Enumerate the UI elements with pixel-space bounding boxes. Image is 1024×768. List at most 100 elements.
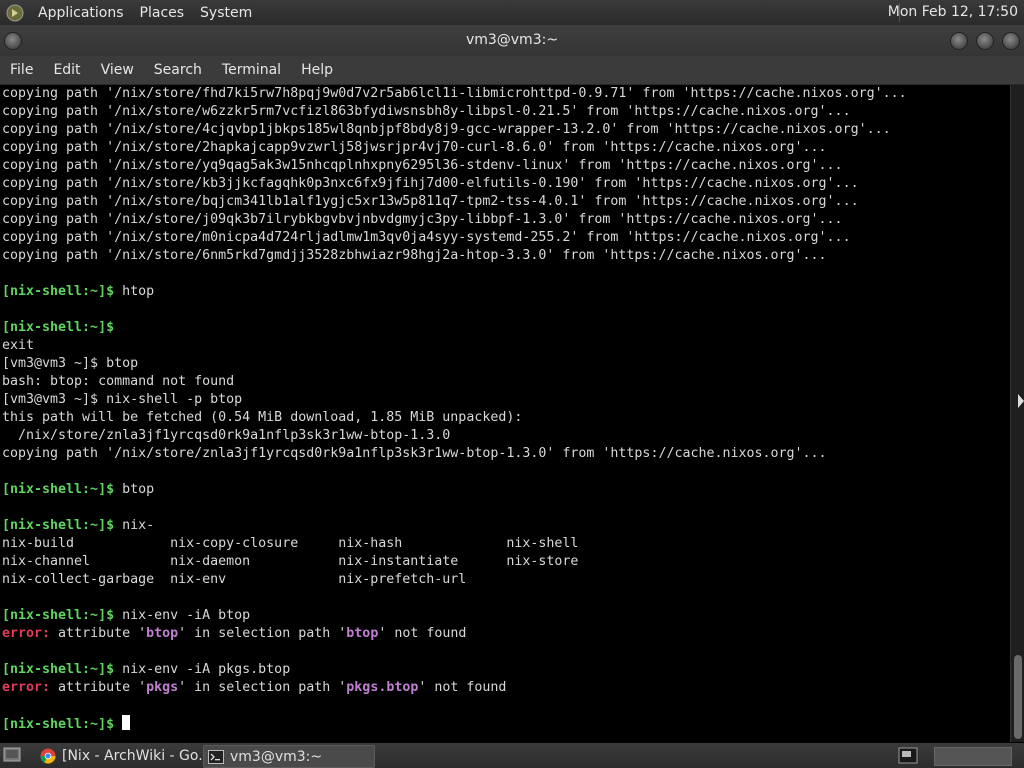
task-chrome-archwiki[interactable]: [Nix - ArchWiki - Go... — [36, 745, 204, 766]
menu-view[interactable]: View — [91, 62, 144, 78]
terminal-text: nix-env -iA btop — [114, 608, 251, 623]
workspace-area[interactable] — [934, 747, 1012, 766]
terminal-line: [vm3@vm3 ~]$ nix-shell -p btop — [0, 391, 1010, 409]
system-menu[interactable]: System — [192, 5, 260, 21]
workspace-switcher-icon[interactable] — [898, 747, 918, 764]
terminal-line: copying path '/nix/store/4cjqvbp1jbkps18… — [0, 121, 1010, 139]
clock[interactable]: Mon Feb 12, 17:50 — [888, 4, 1018, 20]
terminal-text: /nix/store/znla3jf1yrcqsd0rk9a1nflp3sk3r… — [2, 428, 451, 443]
minimize-button[interactable] — [950, 32, 968, 50]
shell-prompt: [nix-shell:~]$ — [2, 482, 115, 497]
menu-help[interactable]: Help — [291, 62, 343, 78]
terminal-scrollbar[interactable] — [1010, 85, 1024, 742]
terminal-text: ' — [138, 680, 147, 695]
error-label: error: — [2, 680, 51, 695]
terminal-text: copying path '/nix/store/6nm5rkd7gmdjj35… — [2, 248, 827, 263]
mate-logo-icon[interactable] — [6, 4, 24, 22]
menu-file[interactable]: File — [0, 62, 43, 78]
taskbar: [Nix - ArchWiki - Go... vm3@vm3:~ — [0, 743, 1024, 768]
terminal-line: this path will be fetched (0.54 MiB down… — [0, 409, 1010, 427]
terminal-line: copying path '/nix/store/6nm5rkd7gmdjj35… — [0, 247, 1010, 265]
terminal-text: in selection path — [186, 626, 339, 641]
terminal-line: copying path '/nix/store/2hapkajcapp9vzw… — [0, 139, 1010, 157]
shell-prompt: [nix-shell:~]$ — [2, 717, 115, 732]
terminal-text: exit — [2, 338, 35, 353]
terminal-line: copying path '/nix/store/kb3jjkcfagqhk0p… — [0, 175, 1010, 193]
menu-edit[interactable]: Edit — [43, 62, 90, 78]
terminal-text: copying path '/nix/store/fhd7ki5rw7h8pqj… — [2, 86, 907, 101]
terminal-icon — [208, 749, 224, 764]
terminal-line: [vm3@vm3 ~]$ btop — [0, 355, 1010, 373]
menu-bar: File Edit View Search Terminal Help — [0, 56, 1024, 85]
close-button[interactable] — [1002, 32, 1020, 50]
terminal-line: copying path '/nix/store/j09qk3b7ilrybkb… — [0, 211, 1010, 229]
terminal-text: nix-build nix-copy-closure nix-hash nix-… — [2, 536, 579, 551]
terminal-text: copying path '/nix/store/yq9qag5ak3w15nh… — [2, 158, 843, 173]
shell-prompt: [nix-shell:~]$ — [2, 284, 115, 299]
terminal-text: btop — [114, 482, 155, 497]
terminal-line: exit — [0, 337, 1010, 355]
terminal-line: copying path '/nix/store/fhd7ki5rw7h8pqj… — [0, 85, 1010, 103]
terminal-text: ' — [178, 626, 187, 641]
terminal-text: [vm3@vm3 ~]$ btop — [2, 356, 139, 371]
terminal-line: copying path '/nix/store/bqjcm341lb1alf1… — [0, 193, 1010, 211]
terminal-text: copying path '/nix/store/bqjcm341lb1alf1… — [2, 194, 859, 209]
shell-prompt: [nix-shell:~]$ — [2, 518, 115, 533]
terminal-text: copying path '/nix/store/j09qk3b7ilrybkb… — [2, 212, 843, 227]
terminal-line: /nix/store/znla3jf1yrcqsd0rk9a1nflp3sk3r… — [0, 427, 1010, 445]
show-desktop-icon[interactable] — [3, 747, 21, 763]
terminal-text: nix-env -iA pkgs.btop — [114, 662, 291, 677]
terminal-line: error: attribute ' btop ' in selection pat… — [0, 625, 1010, 643]
error-label: error: — [2, 626, 51, 641]
terminal-text: bash: btop: command not found — [2, 374, 235, 389]
shell-prompt: [nix-shell:~]$ — [2, 320, 115, 335]
menu-search[interactable]: Search — [144, 62, 212, 78]
terminal-text: nix-collect-garbage nix-env nix-prefetch… — [2, 572, 467, 587]
window-title: vm3@vm3:~ — [465, 32, 559, 48]
terminal-line: copying path '/nix/store/yq9qag5ak3w15nh… — [0, 157, 1010, 175]
applications-menu[interactable]: Applications — [30, 5, 132, 21]
terminal-line: copying path '/nix/store/m0nicpa4d724rlj… — [0, 229, 1010, 247]
terminal-text: copying path '/nix/store/m0nicpa4d724rlj… — [2, 230, 851, 245]
mouse-pointer-icon — [1018, 394, 1024, 408]
terminal-text: attribute — [50, 680, 139, 695]
terminal-text: ' — [138, 626, 147, 641]
terminal-text: not found — [386, 626, 467, 641]
window-title-bar[interactable]: vm3@vm3:~ — [0, 25, 1024, 56]
places-menu[interactable]: Places — [132, 5, 193, 21]
terminal-line: nix-build nix-copy-closure nix-hash nix-… — [0, 535, 1010, 553]
terminal-text: copying path '/nix/store/kb3jjkcfagqhk0p… — [2, 176, 859, 191]
task-terminal[interactable]: vm3@vm3:~ — [203, 745, 375, 768]
menu-terminal[interactable]: Terminal — [212, 62, 291, 78]
terminal-line: [nix-shell:~]$ btop — [0, 481, 1010, 499]
text-cursor — [122, 715, 131, 730]
terminal-text: attribute — [50, 626, 139, 641]
terminal-output[interactable]: copying path '/nix/store/fhd7ki5rw7h8pqj… — [0, 85, 1010, 742]
task-label: [Nix - ArchWiki - Go... — [62, 747, 204, 764]
shell-prompt: [nix-shell:~]$ — [2, 662, 115, 677]
maximize-button[interactable] — [976, 32, 994, 50]
terminal-text: nix-channel nix-daemon nix-instantiate n… — [2, 554, 579, 569]
chrome-icon — [40, 748, 56, 764]
scrollbar-thumb[interactable] — [1014, 655, 1022, 739]
terminal-text: not found — [426, 680, 507, 695]
terminal-text: htop — [114, 284, 155, 299]
terminal-text: btop — [346, 626, 379, 641]
terminal-text: in selection path — [186, 680, 339, 695]
terminal-line: [nix-shell:~]$ — [0, 319, 1010, 337]
terminal-text: [vm3@vm3 ~]$ nix-shell -p btop — [2, 392, 243, 407]
terminal-text: copying path '/nix/store/znla3jf1yrcqsd0… — [2, 446, 827, 461]
terminal-text: pkgs — [146, 680, 179, 695]
terminal-line: [nix-shell:~]$ — [0, 715, 1010, 733]
task-label: vm3@vm3:~ — [230, 748, 323, 765]
terminal-text: copying path '/nix/store/2hapkajcapp9vzw… — [2, 140, 827, 155]
terminal-text: this path will be fetched (0.54 MiB down… — [2, 410, 523, 425]
terminal-line: [nix-shell:~]$ htop — [0, 283, 1010, 301]
